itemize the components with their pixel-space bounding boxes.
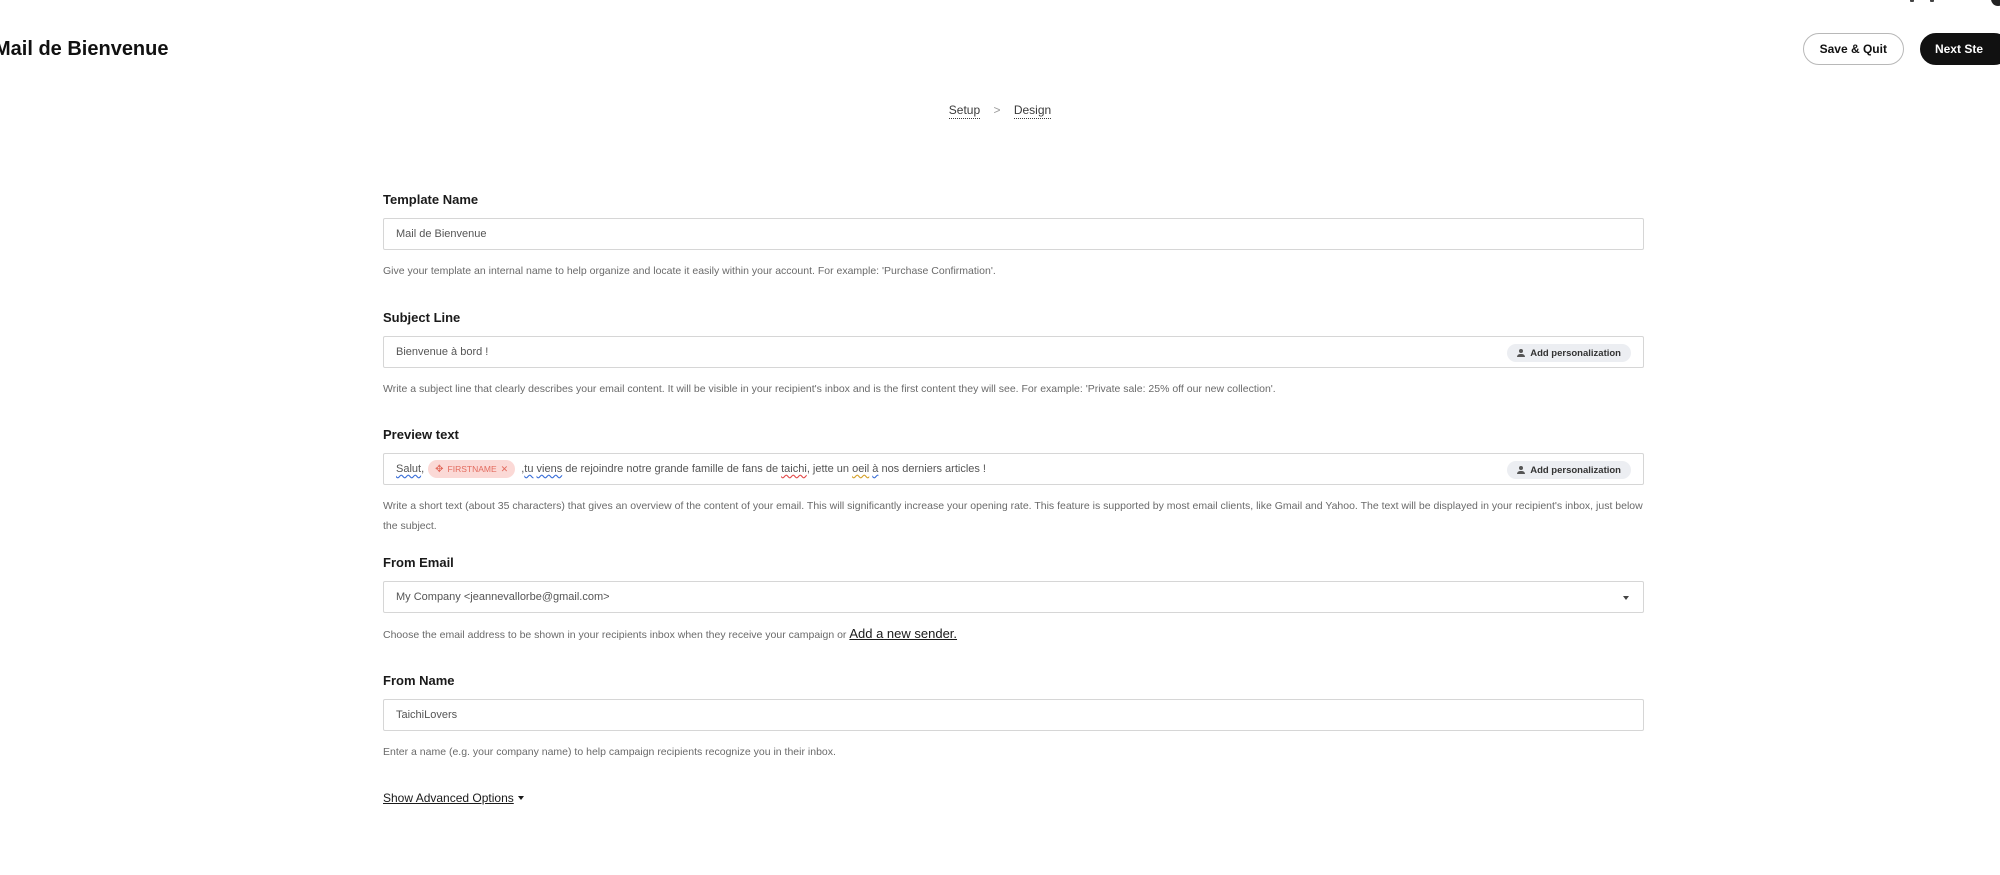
from-name-label: From Name	[383, 673, 455, 688]
template-name-field: Template Name Mail de Bienvenue Give you…	[383, 192, 1646, 281]
chevron-right-icon: >	[993, 103, 1001, 117]
from-email-help: Choose the email address to be shown in …	[383, 624, 1646, 645]
show-advanced-options-link[interactable]: Show Advanced Options	[383, 791, 524, 805]
subject-line-label: Subject Line	[383, 310, 461, 325]
subject-line-value: Bienvenue à bord !	[396, 346, 489, 358]
preview-text-oeil: oeil	[852, 463, 870, 475]
move-icon[interactable]: ✥	[435, 464, 443, 475]
chevron-down-icon	[1623, 596, 1629, 600]
from-email-field: From Email My Company <jeannevallorbe@gm…	[383, 555, 1646, 645]
top-right-decoration	[1890, 0, 1950, 2]
template-name-input[interactable]: Mail de Bienvenue	[383, 218, 1644, 250]
page-title: Mail de Bienvenue	[0, 38, 169, 60]
from-name-help: Enter a name (e.g. your company name) to…	[383, 746, 836, 758]
step-design[interactable]: Design	[1013, 103, 1052, 119]
preview-text-part: nos derniers articles !	[878, 463, 986, 475]
subject-line-help: Write a subject line that clearly descri…	[383, 383, 1276, 395]
template-name-help: Give your template an internal name to h…	[383, 265, 996, 277]
user-icon	[1517, 466, 1526, 474]
step-setup[interactable]: Setup	[948, 103, 981, 119]
from-email-help-text: Choose the email address to be shown in …	[383, 629, 850, 641]
header-actions: Save & Quit Next Ste	[1802, 33, 2000, 65]
preview-text-field: Preview text Salut, ✥ FIRSTNAME ✕ , tu v…	[383, 427, 1646, 536]
preview-text-help: Write a short text (about 35 characters)…	[383, 500, 1643, 532]
firstname-chip[interactable]: ✥ FIRSTNAME ✕	[428, 460, 516, 478]
template-name-value: Mail de Bienvenue	[396, 228, 487, 240]
chevron-down-icon	[517, 796, 524, 800]
show-advanced-options-label: Show Advanced Options	[383, 791, 514, 805]
preview-add-personalization-label: Add personalization	[1530, 464, 1621, 476]
save-quit-button[interactable]: Save & Quit	[1802, 33, 1904, 65]
add-new-sender-link[interactable]: Add a new sender.	[849, 626, 957, 641]
from-email-value: My Company <jeannevallorbe@gmail.com>	[396, 591, 610, 603]
subject-line-field: Subject Line Bienvenue à bord ! Add pers…	[383, 310, 1646, 399]
next-step-button[interactable]: Next Ste	[1919, 33, 2000, 65]
from-email-label: From Email	[383, 555, 454, 570]
from-email-select[interactable]: My Company <jeannevallorbe@gmail.com>	[383, 581, 1644, 613]
preview-text-viens: viens	[536, 463, 563, 475]
user-icon	[1517, 349, 1526, 357]
preview-text-part: de rejoindre notre grande famille de fan…	[562, 463, 782, 475]
preview-add-personalization-button[interactable]: Add personalization	[1507, 461, 1631, 479]
close-icon[interactable]: ✕	[501, 464, 509, 475]
from-name-field: From Name TaichiLovers Enter a name (e.g…	[383, 673, 1646, 762]
preview-text-taichi: taichi	[781, 463, 807, 475]
firstname-chip-label: FIRSTNAME	[447, 464, 497, 474]
breadcrumb: Setup > Design	[0, 103, 2000, 119]
from-name-input[interactable]: TaichiLovers	[383, 699, 1644, 731]
preview-text-tu: tu	[524, 463, 534, 475]
subject-add-personalization-button[interactable]: Add personalization	[1507, 344, 1631, 362]
template-name-label: Template Name	[383, 192, 479, 207]
subject-add-personalization-label: Add personalization	[1530, 347, 1621, 359]
help-icon[interactable]	[1991, 0, 2000, 6]
from-name-value: TaichiLovers	[396, 709, 458, 721]
preview-text-part: , jette un	[806, 463, 853, 475]
preview-text-input[interactable]: Salut, ✥ FIRSTNAME ✕ , tu viens de rejoi…	[383, 453, 1644, 485]
preview-text-salut: Salut	[396, 463, 422, 475]
preview-text-label: Preview text	[383, 427, 459, 442]
subject-line-input[interactable]: Bienvenue à bord ! Add personalization	[383, 336, 1644, 368]
preview-text-part: ,	[421, 463, 425, 475]
setup-form: Template Name Mail de Bienvenue Give you…	[383, 192, 1646, 807]
